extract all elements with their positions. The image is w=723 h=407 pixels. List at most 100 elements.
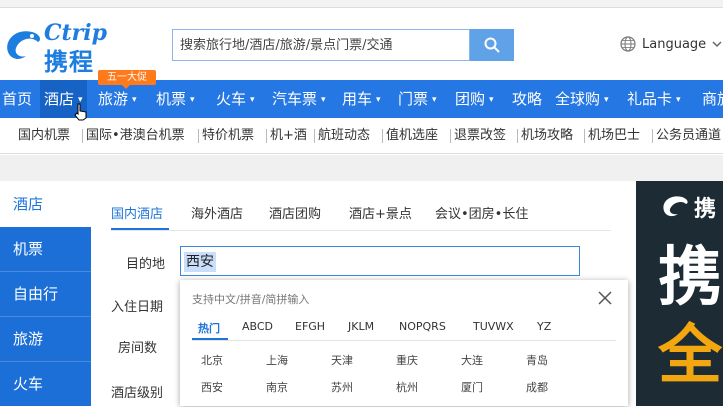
sub-nav-separator xyxy=(450,129,451,143)
main-nav-item[interactable]: 用车 ▾ xyxy=(342,80,381,118)
city-letter-tab[interactable]: EFGH xyxy=(295,320,325,333)
city-option[interactable]: 成都 xyxy=(507,379,567,395)
dolphin-logo-icon xyxy=(7,31,41,59)
main-nav-label: 攻略 xyxy=(512,90,543,108)
active-tab-indicator xyxy=(111,228,169,230)
city-option[interactable]: 南京 xyxy=(247,379,307,395)
main-nav-label: 用车 xyxy=(342,90,373,108)
sub-nav-link[interactable]: 退票改签 xyxy=(454,118,506,154)
sidebar-item[interactable]: 自由行 xyxy=(0,271,91,317)
banner-logo-text: 携 xyxy=(694,197,717,222)
checkin-label: 入住日期 xyxy=(111,300,164,315)
hotel-level-label: 酒店级别 xyxy=(111,386,164,401)
close-icon[interactable] xyxy=(596,289,614,307)
sub-nav-link[interactable]: 机场巴士 xyxy=(588,118,640,154)
hotel-tab[interactable]: 酒店+景点 xyxy=(349,203,412,227)
destination-input[interactable]: 西安 xyxy=(180,246,580,276)
city-option[interactable]: 杭州 xyxy=(377,379,437,395)
city-picker-hint: 支持中文/拼音/简拼输入 xyxy=(192,293,310,306)
city-active-tab-indicator xyxy=(192,338,228,340)
city-option[interactable]: 青岛 xyxy=(507,352,567,368)
sidebar-item[interactable]: 酒店 xyxy=(0,181,91,227)
globe-icon xyxy=(620,36,636,52)
city-letter-tab[interactable]: NOPQRS xyxy=(399,320,446,333)
main-nav-item[interactable]: 全球购 ▾ xyxy=(555,80,609,118)
sub-nav: 国内机票 国际•港澳台机票 特价机票 机+酒 航班动态 值机选座 退票改签 机场攻略 机场巴士公… xyxy=(0,118,723,154)
city-option[interactable]: 北京 xyxy=(182,352,242,368)
sub-nav-separator xyxy=(82,129,83,143)
caret-down-icon: ▾ xyxy=(321,95,326,105)
city-letter-tab[interactable]: YZ xyxy=(537,320,551,333)
sub-nav-separator xyxy=(652,129,653,143)
sub-nav-separator xyxy=(266,129,267,143)
search-input[interactable] xyxy=(173,30,469,60)
city-letter-tab[interactable]: ABCD xyxy=(242,320,273,333)
banner-headline-1: 携 xyxy=(658,241,722,315)
hotel-tab[interactable]: 会议•团房•长住 xyxy=(435,203,528,227)
main-nav-label: 机票 xyxy=(156,90,187,108)
city-option[interactable]: 苏州 xyxy=(312,379,372,395)
sub-nav-link[interactable]: 机场攻略 xyxy=(521,118,573,154)
sub-nav-link[interactable]: 公务员通道 xyxy=(656,118,721,154)
city-letter-tab[interactable]: 热门 xyxy=(198,320,220,336)
main-nav-item[interactable]: 商旅 xyxy=(702,80,723,118)
caret-down-icon: ▾ xyxy=(250,95,255,105)
main-nav-item[interactable]: 旅游 ▾ xyxy=(98,80,137,118)
sub-nav-separator xyxy=(517,129,518,143)
sidebar-item[interactable]: 火车 xyxy=(0,361,91,407)
main-nav-item[interactable]: 礼品卡 ▾ xyxy=(627,80,681,118)
city-option[interactable]: 西安 xyxy=(182,379,242,395)
sub-nav-link[interactable]: 值机选座 xyxy=(386,118,438,154)
city-option[interactable]: 天津 xyxy=(312,352,372,368)
product-sidebar: 酒店 机票 自由行 旅游 火车 xyxy=(0,181,91,407)
sidebar-item[interactable]: 旅游 xyxy=(0,316,91,362)
city-option[interactable]: 大连 xyxy=(442,352,502,368)
main-nav-item[interactable]: 火车 ▾ xyxy=(216,80,255,118)
main-nav-label: 火车 xyxy=(216,90,247,108)
sub-nav-separator xyxy=(382,129,383,143)
main-nav-item[interactable]: 团购 ▾ xyxy=(455,80,494,118)
caret-down-icon: ▾ xyxy=(604,95,609,105)
language-label: Language xyxy=(642,36,707,52)
hotel-tab[interactable]: 海外酒店 xyxy=(191,203,243,227)
main-nav-label: 全球购 xyxy=(555,90,601,108)
main-nav-label: 团购 xyxy=(455,90,486,108)
main-nav-label: 门票 xyxy=(398,90,429,108)
sub-nav-link[interactable]: 国际•港澳台机票 xyxy=(86,118,185,154)
language-selector[interactable]: Language xyxy=(620,32,722,56)
sub-nav-link[interactable]: 特价机票 xyxy=(202,118,254,154)
main-nav-item[interactable]: 门票 ▾ xyxy=(398,80,437,118)
site-header: Ctrip 携程 Language xyxy=(0,8,723,76)
sub-nav-separator xyxy=(198,129,199,143)
sidebar-item[interactable]: 机票 xyxy=(0,226,91,272)
banner-dolphin-icon xyxy=(663,196,688,217)
sub-nav-link[interactable]: 机+酒 xyxy=(270,118,307,154)
search-box xyxy=(172,29,470,61)
city-letter-tab[interactable]: TUVWX xyxy=(473,320,514,333)
caret-down-icon: ▾ xyxy=(132,95,137,105)
search-button[interactable] xyxy=(470,29,514,61)
main-nav-label: 礼品卡 xyxy=(627,90,673,108)
main-nav-item[interactable]: 攻略 xyxy=(512,80,542,118)
sub-nav-link[interactable]: 航班动态 xyxy=(318,118,370,154)
rooms-label: 房间数 xyxy=(118,341,158,356)
content-gap xyxy=(0,155,723,181)
promo-banner[interactable]: 携 携 全 xyxy=(636,181,723,406)
browser-bookmarks-strip xyxy=(0,0,723,8)
caret-down-icon: ▾ xyxy=(489,95,494,105)
city-letter-tab[interactable]: JKLM xyxy=(348,320,374,333)
main-nav-item[interactable]: 机票 ▾ xyxy=(156,80,195,118)
hotel-tab[interactable]: 国内酒店 xyxy=(111,203,163,227)
city-option[interactable]: 厦门 xyxy=(442,379,502,395)
destination-value: 西安 xyxy=(184,252,216,272)
caret-down-icon: ▾ xyxy=(376,95,381,105)
ctrip-logo[interactable]: Ctrip 携程 xyxy=(2,20,122,76)
city-option[interactable]: 上海 xyxy=(247,352,307,368)
city-option[interactable]: 重庆 xyxy=(377,352,437,368)
main-nav-item[interactable]: 汽车票 ▾ xyxy=(272,80,326,118)
main-nav-label: 商旅 xyxy=(702,90,723,108)
hotel-tab[interactable]: 酒店团购 xyxy=(269,203,321,227)
sub-nav-link[interactable]: 国内机票 xyxy=(18,118,70,154)
main-nav-item[interactable]: 首页 xyxy=(2,80,32,118)
caret-down-icon: ▾ xyxy=(432,95,437,105)
